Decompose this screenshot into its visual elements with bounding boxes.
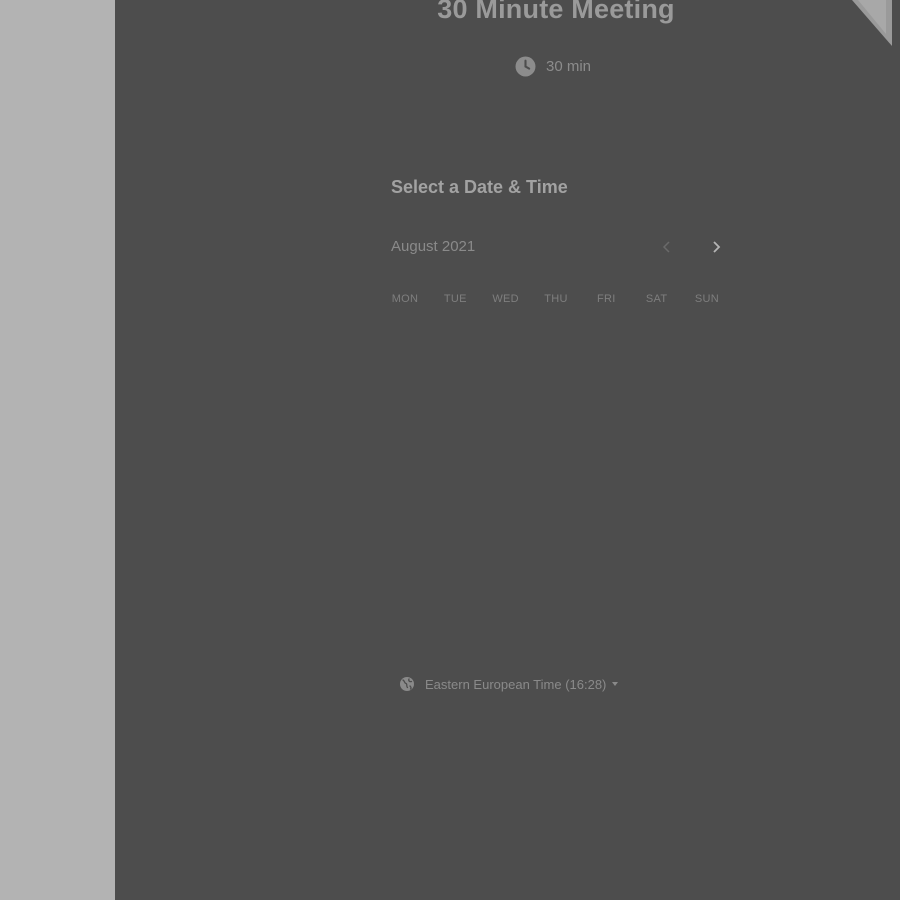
weekday-sun: SUN [694,293,720,305]
weekday-mon: MON [391,293,419,305]
page-backdrop [0,0,115,900]
chevron-right-icon [713,241,721,253]
timezone-selector[interactable]: Eastern European Time (16:28) [399,676,619,692]
weekday-sat: SAT [645,293,668,305]
globe-icon [400,677,414,691]
weekday-thu: THU [544,293,568,305]
month-label: August 2021 [391,238,476,255]
event-duration: 30 min [515,54,591,78]
caret-down-icon [612,682,619,686]
clock-icon [515,56,536,76]
select-date-heading: Select a Date & Time [391,177,568,197]
event-title: 30 Minute Meeting [437,0,675,24]
weekday-fri: FRI [597,293,616,305]
weekday-wed: WED [492,293,519,305]
previous-month-button[interactable] [657,237,677,257]
weekday-header: MON TUE WED THU FRI SAT SUN [391,293,721,305]
weekday-tue: TUE [443,293,467,305]
next-month-button[interactable] [706,237,726,257]
duration-label: 30 min [546,57,592,75]
timezone-label: Eastern European Time (16:28) [425,676,607,692]
chevron-left-icon [662,241,670,253]
booking-panel: 30 Minute Meeting 30 min Select a Date &… [115,0,900,900]
